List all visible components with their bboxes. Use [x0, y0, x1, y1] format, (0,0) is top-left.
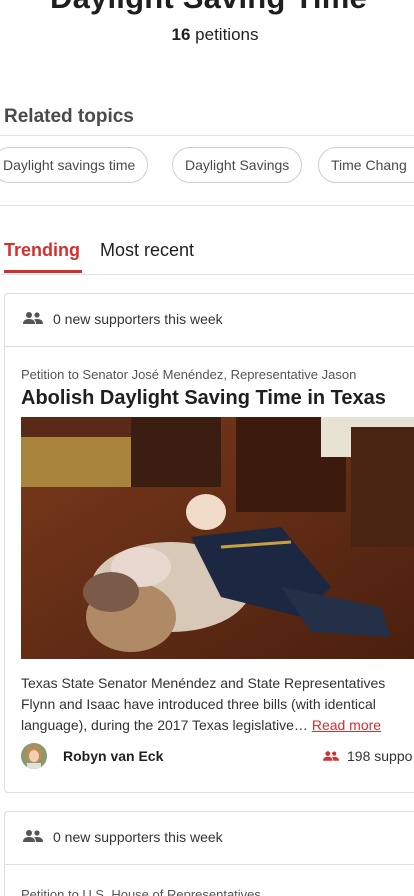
author-row: Robyn van Eck 198 suppo [21, 743, 414, 769]
petition-headline[interactable]: Abolish Daylight Saving Time in Texas [21, 387, 386, 410]
tabs-divider [0, 274, 414, 275]
people-icon [23, 312, 43, 324]
divider [0, 135, 414, 136]
weekly-supporters-text: 0 new supporters this week [53, 311, 223, 327]
supporter-count-text: 198 suppo [347, 748, 413, 764]
divider [0, 205, 414, 206]
topic-chip-daylight-savings-time[interactable]: Daylight savings time [0, 147, 149, 183]
supporter-count: 198 suppo [327, 748, 412, 764]
petition-count-number: 16 [171, 25, 191, 44]
tab-trending[interactable]: Trending [4, 240, 80, 261]
topic-chip-daylight-savings[interactable]: Daylight Savings [172, 147, 303, 183]
author-name[interactable]: Robyn van Eck [63, 748, 163, 764]
read-more-link[interactable]: Read more [312, 717, 381, 733]
petition-target: Petition to Senator José Menéndez, Repre… [21, 367, 357, 382]
avatar-image [21, 743, 47, 769]
petition-card[interactable]: 0 new supporters this week Petition to U… [4, 811, 414, 896]
weekly-supporters-row: 0 new supporters this week [5, 812, 414, 865]
avatar[interactable] [21, 743, 47, 769]
petition-target: Petition to U.S. House of Representative… [21, 887, 261, 896]
petition-description: Texas State Senator Menéndez and State R… [21, 673, 414, 736]
petition-card[interactable]: 0 new supporters this week Petition to S… [4, 293, 414, 793]
tab-most-recent[interactable]: Most recent [100, 240, 194, 261]
weekly-supporters-text: 0 new supporters this week [53, 829, 223, 845]
petition-photo[interactable] [21, 417, 414, 659]
topic-chips: Daylight savings time Daylight Savings T… [0, 147, 414, 183]
petition-count: 16 petitions [0, 25, 414, 45]
page-title: Daylight Saving Time [50, 0, 367, 16]
active-tab-indicator [4, 270, 82, 273]
people-icon [23, 830, 43, 842]
topic-chip-time-change[interactable]: Time Chang [318, 147, 414, 183]
petition-count-label: petitions [195, 25, 259, 44]
related-topics-heading: Related topics [4, 106, 134, 127]
weekly-supporters-row: 0 new supporters this week [5, 294, 414, 347]
petition-photo-image [21, 417, 414, 659]
